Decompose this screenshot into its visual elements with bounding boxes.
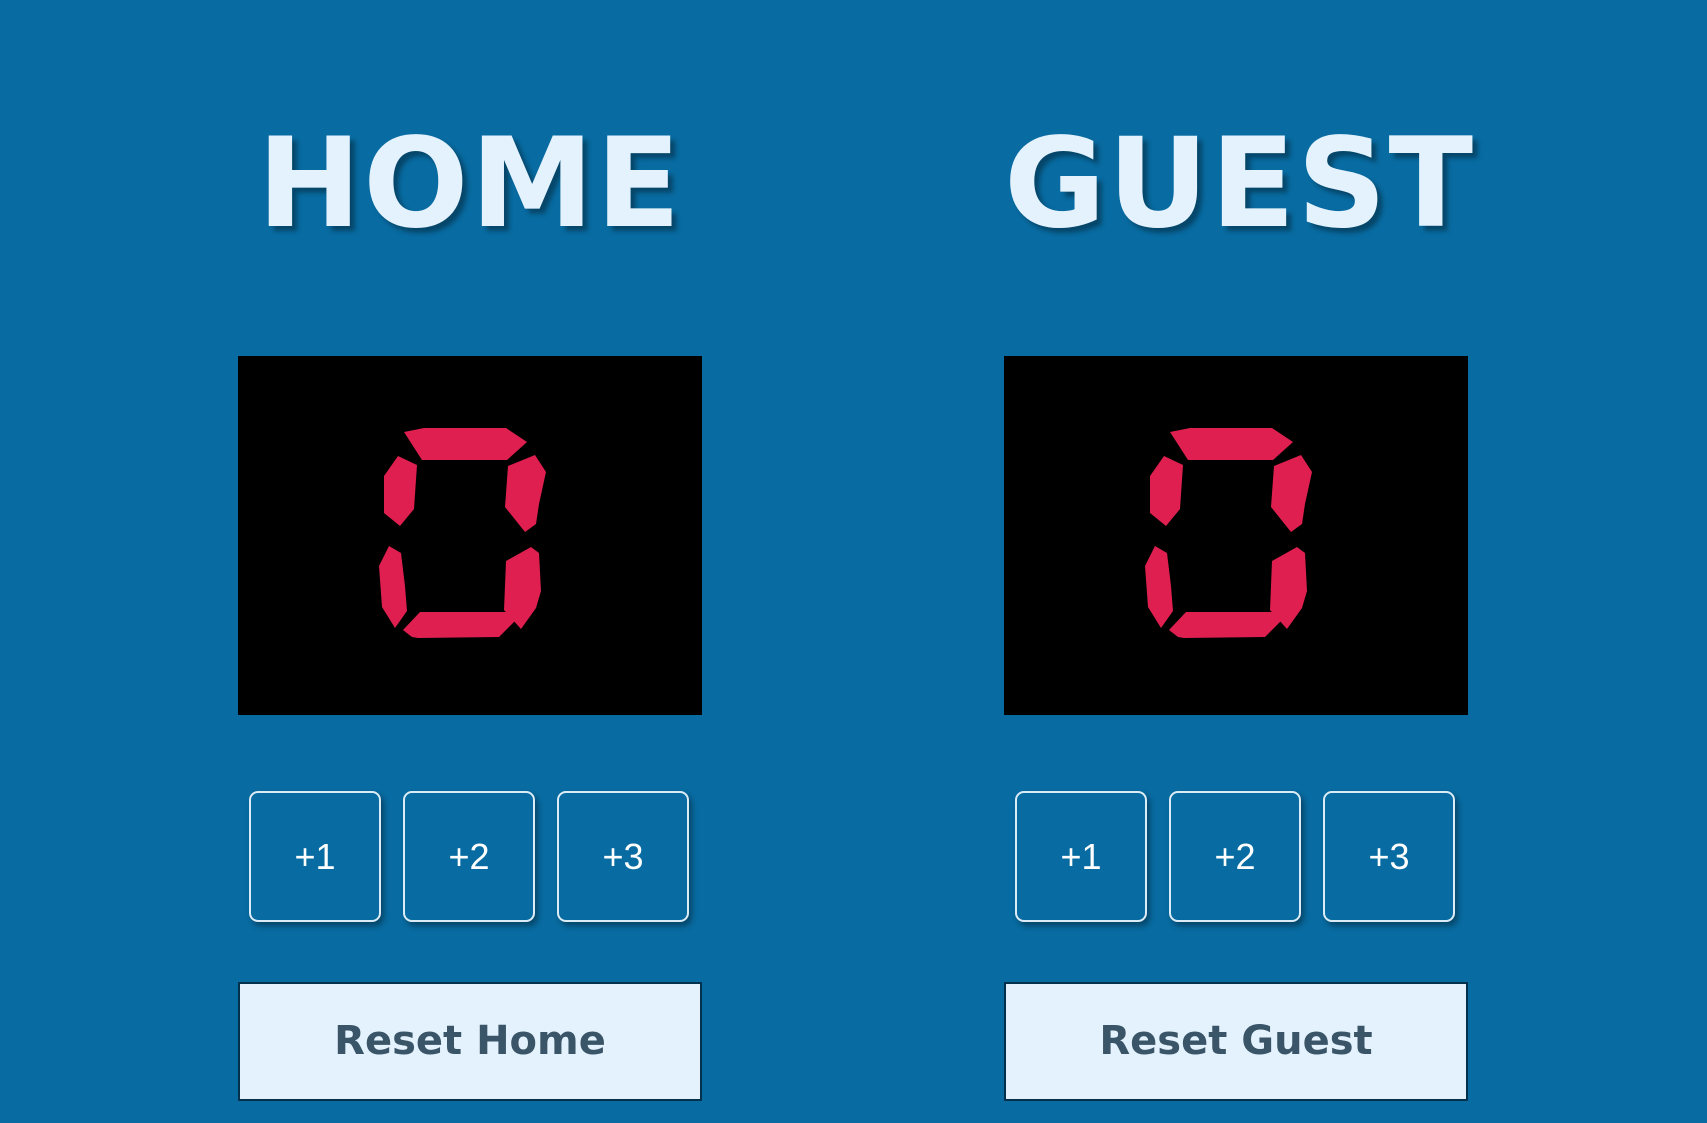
guest-add-2-button[interactable]: +2 bbox=[1169, 791, 1301, 922]
home-add-3-button[interactable]: +3 bbox=[557, 791, 689, 922]
reset-home-button[interactable]: Reset Home bbox=[238, 982, 702, 1101]
guest-digit-segment-f bbox=[1150, 456, 1183, 526]
guest-score-display bbox=[1004, 356, 1468, 715]
home-digit-segment-d bbox=[403, 612, 516, 638]
guest-add-1-button[interactable]: +1 bbox=[1015, 791, 1147, 922]
guest-title: GUEST bbox=[1004, 112, 1476, 256]
guest-digit-segment-d bbox=[1169, 612, 1282, 638]
guest-digit-segment-b bbox=[1271, 455, 1312, 532]
home-add-buttons: +1 +2 +3 bbox=[249, 791, 695, 925]
guest-score-digit bbox=[1145, 428, 1312, 638]
reset-guest-button[interactable]: Reset Guest bbox=[1004, 982, 1468, 1101]
guest-add-buttons: +1 +2 +3 bbox=[1015, 791, 1461, 925]
guest-panel: GUEST +1 +2 +3 Reset Guest bbox=[1004, 0, 1476, 1123]
home-digit-segment-e bbox=[379, 546, 407, 628]
home-score-display bbox=[238, 356, 702, 715]
home-digit-segment-f bbox=[384, 456, 417, 526]
home-digit-segment-b bbox=[505, 455, 546, 532]
home-panel: HOME +1 +2 +3 Reset Home bbox=[238, 0, 702, 1123]
home-add-1-button[interactable]: +1 bbox=[249, 791, 381, 922]
home-title: HOME bbox=[257, 112, 683, 256]
home-digit-segment-a bbox=[404, 428, 527, 460]
guest-add-3-button[interactable]: +3 bbox=[1323, 791, 1455, 922]
guest-digit-segment-a bbox=[1170, 428, 1293, 460]
home-add-2-button[interactable]: +2 bbox=[403, 791, 535, 922]
guest-digit-segment-e bbox=[1145, 546, 1173, 628]
home-score-digit bbox=[379, 428, 546, 638]
